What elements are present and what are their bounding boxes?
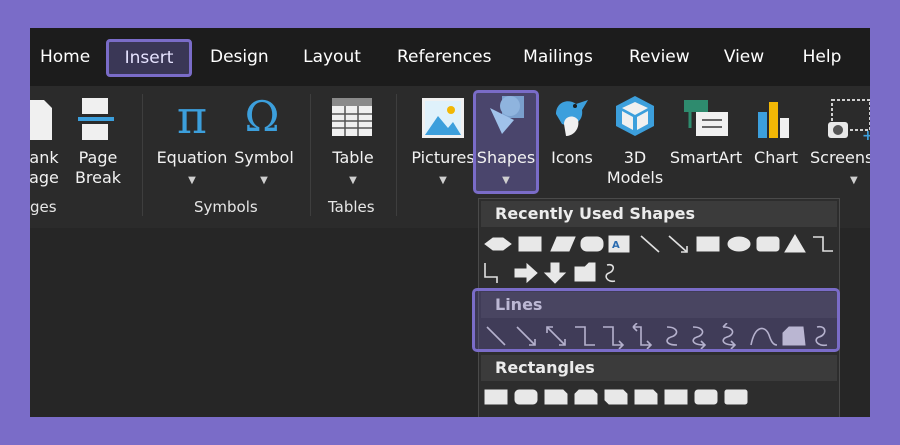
right-arrow-shape[interactable] [514,262,538,284]
down-arrow-shape[interactable] [543,262,567,284]
word-window: Home Insert Design Layout References Mai… [30,28,870,417]
chevron-down-icon: ▼ [349,175,357,186]
arrow-line-shape[interactable] [668,235,688,253]
snip-diagonal-rectangle-shape[interactable] [604,389,628,405]
tab-references[interactable]: References [387,42,497,72]
freeform-scribble-shape[interactable] [605,263,616,283]
chevron-down-icon: ▼ [260,175,268,186]
icons-label: Icons [551,148,593,167]
3d-models-button[interactable]: 3D Models [600,148,670,188]
chart-button[interactable]: Chart [748,148,804,168]
page-break-label-2: Break [74,168,122,187]
chevron-down-icon: ▼ [502,175,510,186]
shapes-icon [490,96,524,134]
round-diagonal-rectangle-shape[interactable] [724,389,748,405]
screenshot-icon: + [828,99,870,142]
tab-view[interactable]: View [713,42,775,72]
page-break-label-1: Page [78,148,118,167]
blank-page-label-1: ank [30,148,59,167]
round-same-side-rectangle-shape[interactable] [694,389,718,405]
elbow-connector-shape[interactable] [813,236,833,252]
rectangles-header: Rectangles [481,355,837,381]
tab-insert[interactable]: Insert [106,39,192,77]
recent-shapes-row-2[interactable] [483,261,683,285]
page-break-button[interactable]: Page Break [68,148,128,188]
table-icon [332,98,372,136]
group-divider [310,94,311,216]
rounded-rectangle-shape[interactable] [514,389,538,405]
pages-group-label: ges [30,198,57,216]
textbox-glyph: A [612,240,620,251]
screenshot-label: Screens [810,148,870,167]
shapes-label-wrap: Shapes ▼ [474,148,538,191]
pictures-label: Pictures [411,148,475,167]
group-divider [142,94,143,216]
chevron-down-icon: ▼ [188,175,196,186]
rounded-rectangle-shape[interactable] [756,236,780,252]
rectangle-shape[interactable] [484,389,508,405]
rectangles-shapes-row[interactable] [483,387,839,407]
3d-label-1: 3D [623,148,647,167]
table-button[interactable]: Table ▼ [324,148,382,191]
blank-page-icon [30,100,52,140]
3d-label-2: Models [606,168,664,187]
recent-shapes-row-1[interactable]: A [483,233,839,255]
icons-icon [556,100,588,136]
equation-label: Equation [156,148,228,167]
snip-single-corner-rectangle-shape[interactable] [544,389,568,405]
table-label: Table [332,148,374,167]
oval-shape[interactable] [727,236,751,252]
round-single-corner-rectangle-shape[interactable] [664,389,688,405]
omega-icon: Ω [244,92,280,141]
snip-round-rectangle-shape[interactable] [634,389,658,405]
chart-icon [758,102,789,138]
tables-group-label: Tables [328,198,375,216]
blank-page-button[interactable]: ank age [30,148,60,188]
equation-button[interactable]: Equation ▼ [152,148,232,191]
tab-design[interactable]: Design [200,42,276,72]
rounded-rectangle-shape[interactable] [580,236,604,252]
chevron-down-icon: ▼ [439,175,447,186]
smartart-icon [684,100,728,136]
flowchart-shape[interactable] [484,237,512,251]
pictures-icon [422,98,464,138]
elbow-arrow-shape[interactable] [484,263,498,283]
line-shape[interactable] [640,235,660,253]
tab-review[interactable]: Review [619,42,699,72]
icons-button[interactable]: Icons [544,148,600,168]
symbol-label: Symbol [234,148,294,167]
chevron-down-icon: ▼ [850,175,858,186]
tab-layout[interactable]: Layout [292,42,372,72]
page-break-icon [78,98,114,140]
parallelogram-shape[interactable] [550,236,576,252]
3d-models-icon [616,96,654,136]
recently-used-shapes-header: Recently Used Shapes [481,201,837,227]
pi-icon: π [176,90,208,144]
symbols-group-label: Symbols [194,198,258,216]
tab-home[interactable]: Home [30,42,98,72]
tab-mailings[interactable]: Mailings [512,42,604,72]
triangle-shape[interactable] [784,234,806,253]
chart-label: Chart [754,148,798,167]
shapes-label: Shapes [476,148,536,167]
symbol-button[interactable]: Symbol ▼ [230,148,298,191]
snip-rectangle-shape[interactable] [574,262,596,282]
smartart-label: SmartArt [669,148,743,167]
ribbon-tab-bar: Home Insert Design Layout References Mai… [30,28,870,86]
rectangle-shape[interactable] [696,236,720,252]
blank-page-label-2: age [30,168,59,187]
rectangle-shape[interactable] [518,236,542,252]
svg-text:+: + [862,128,870,142]
pictures-button[interactable]: Pictures ▼ [408,148,478,191]
smartart-button[interactable]: SmartArt [666,148,746,168]
group-divider [396,94,397,216]
tab-help[interactable]: Help [790,42,854,72]
snip-same-side-rectangle-shape[interactable] [574,389,598,405]
lines-section-highlight [472,288,840,352]
screenshot-button[interactable]: Screens ▼ [810,148,870,191]
